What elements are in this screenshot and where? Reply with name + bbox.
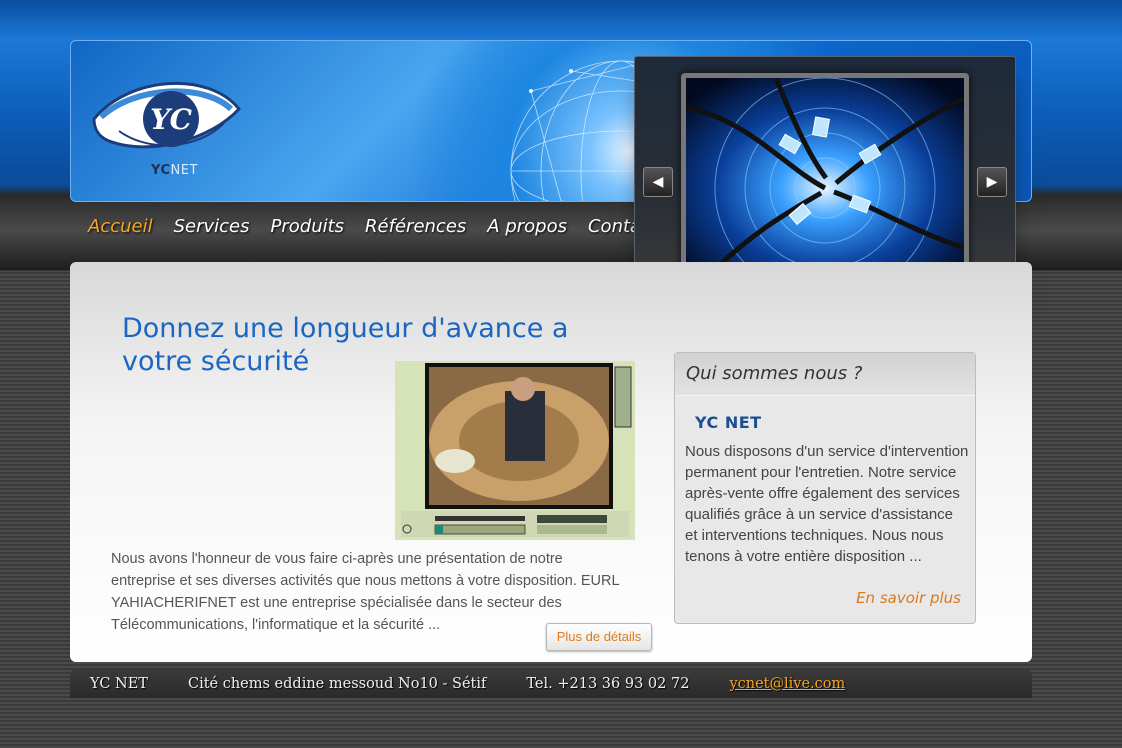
footer-address: Cité chems eddine messoud No10 - Sétif <box>187 676 487 692</box>
about-text: Nous disposons d'un service d'interventi… <box>685 443 969 565</box>
network-cables-image <box>686 78 964 278</box>
main-navigation: Accueil Services Produits Références A p… <box>88 216 679 237</box>
triangle-right-icon: ▶ <box>986 174 998 190</box>
footer-company: YC NET <box>90 676 148 692</box>
read-more-link[interactable]: En savoir plus <box>856 589 961 607</box>
about-box: Qui sommes nous ? YC NET Nous disposons … <box>674 352 976 624</box>
footer-phone: Tel. +213 36 93 02 72 <box>526 676 690 692</box>
cctv-screenshot-image <box>395 361 635 540</box>
site-footer: YC NET Cité chems eddine messoud No10 - … <box>70 670 1032 698</box>
more-details-button[interactable]: Plus de détails <box>546 623 652 651</box>
logo-wordmark: YCNET <box>151 163 198 178</box>
about-subtitle: YC NET <box>695 413 762 432</box>
nav-item-a-propos[interactable]: A propos <box>487 216 567 237</box>
slider-next-button[interactable]: ▶ <box>977 167 1007 197</box>
nav-item-produits[interactable]: Produits <box>271 216 345 237</box>
slide-frame <box>681 73 969 283</box>
nav-item-references[interactable]: Références <box>365 216 466 237</box>
nav-item-accueil[interactable]: Accueil <box>88 216 153 237</box>
nav-item-services[interactable]: Services <box>174 216 250 237</box>
about-title: Qui sommes nous ? <box>675 353 975 396</box>
footer-email-link[interactable]: ycnet@live.com <box>729 676 845 692</box>
slider-prev-button[interactable]: ◀ <box>643 167 673 197</box>
main-content: Donnez une longueur d'avance a votre séc… <box>70 262 1032 662</box>
logo-mark: YC <box>150 103 192 136</box>
triangle-left-icon: ◀ <box>652 174 664 190</box>
